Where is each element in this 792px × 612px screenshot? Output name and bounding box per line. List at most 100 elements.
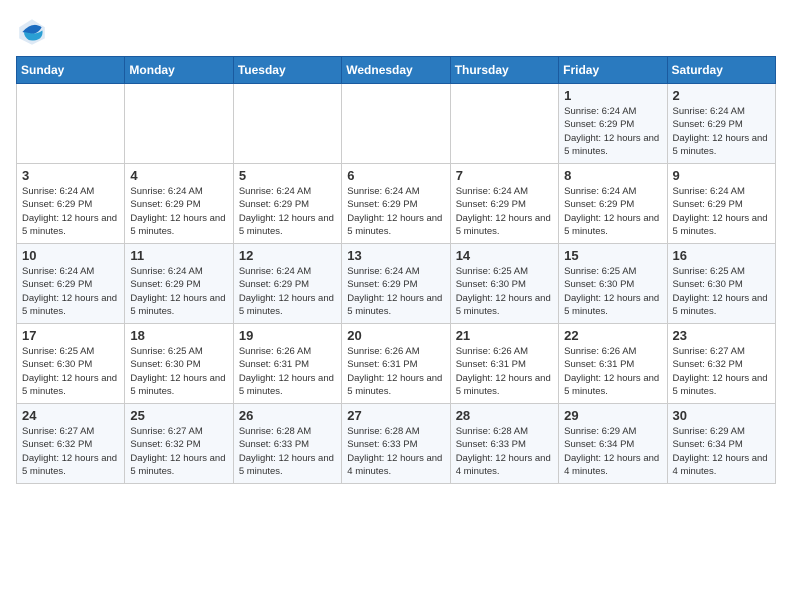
day-info: Sunrise: 6:24 AM Sunset: 6:29 PM Dayligh… [347,185,444,238]
calendar-cell: 11 Sunrise: 6:24 AM Sunset: 6:29 PM Dayli… [125,244,233,324]
day-info: Sunrise: 6:28 AM Sunset: 6:33 PM Dayligh… [239,425,336,478]
calendar-cell: 23 Sunrise: 6:27 AM Sunset: 6:32 PM Dayli… [667,324,775,404]
calendar-cell [125,84,233,164]
calendar-weekday-friday: Friday [559,57,667,84]
day-info: Sunrise: 6:28 AM Sunset: 6:33 PM Dayligh… [456,425,553,478]
day-info: Sunrise: 6:25 AM Sunset: 6:30 PM Dayligh… [564,265,661,318]
calendar-week-row: 1 Sunrise: 6:24 AM Sunset: 6:29 PM Daylig… [17,84,776,164]
day-number: 6 [347,168,444,183]
calendar-cell: 8 Sunrise: 6:24 AM Sunset: 6:29 PM Daylig… [559,164,667,244]
day-info: Sunrise: 6:27 AM Sunset: 6:32 PM Dayligh… [22,425,119,478]
calendar-cell: 1Sunrise: 6:24 AM Sunset: 6:29 PM Daylig… [559,84,667,164]
calendar-weekday-sunday: Sunday [17,57,125,84]
day-number: 8 [564,168,661,183]
day-info: Sunrise: 6:24 AM Sunset: 6:29 PM Dayligh… [130,185,227,238]
day-info: Sunrise: 6:26 AM Sunset: 6:31 PM Dayligh… [239,345,336,398]
day-info: Sunrise: 6:24 AM Sunset: 6:29 PM Dayligh… [22,185,119,238]
day-info: Sunrise: 6:24 AM Sunset: 6:29 PM Dayligh… [347,265,444,318]
calendar-cell [17,84,125,164]
calendar-cell: 28 Sunrise: 6:28 AM Sunset: 6:33 PM Dayli… [450,404,558,484]
day-number: 11 [130,248,227,263]
day-number: 13 [347,248,444,263]
day-number: 20 [347,328,444,343]
calendar-weekday-monday: Monday [125,57,233,84]
day-number: 21 [456,328,553,343]
day-number: 10 [22,248,119,263]
calendar-cell: 4 Sunrise: 6:24 AM Sunset: 6:29 PM Daylig… [125,164,233,244]
day-info: Sunrise: 6:29 AM Sunset: 6:34 PM Dayligh… [673,425,770,478]
calendar-cell: 10 Sunrise: 6:24 AM Sunset: 6:29 PM Dayli… [17,244,125,324]
day-number: 26 [239,408,336,423]
day-info: Sunrise: 6:24 AM Sunset: 6:29 PM Dayligh… [673,105,770,158]
day-number: 9 [673,168,770,183]
calendar-cell: 3 Sunrise: 6:24 AM Sunset: 6:29 PM Daylig… [17,164,125,244]
day-number: 12 [239,248,336,263]
calendar-cell [233,84,341,164]
day-info: Sunrise: 6:26 AM Sunset: 6:31 PM Dayligh… [347,345,444,398]
calendar-cell: 27 Sunrise: 6:28 AM Sunset: 6:33 PM Dayli… [342,404,450,484]
calendar-week-row: 17 Sunrise: 6:25 AM Sunset: 6:30 PM Dayli… [17,324,776,404]
day-info: Sunrise: 6:26 AM Sunset: 6:31 PM Dayligh… [564,345,661,398]
day-number: 5 [239,168,336,183]
day-number: 23 [673,328,770,343]
calendar-cell [450,84,558,164]
day-info: Sunrise: 6:29 AM Sunset: 6:34 PM Dayligh… [564,425,661,478]
calendar-header-row: SundayMondayTuesdayWednesdayThursdayFrid… [17,57,776,84]
day-number: 4 [130,168,227,183]
calendar-cell: 25Sunrise: 6:27 AM Sunset: 6:32 PM Dayli… [125,404,233,484]
day-number: 29 [564,408,661,423]
page-header [16,16,776,48]
calendar-cell: 22 Sunrise: 6:26 AM Sunset: 6:31 PM Dayli… [559,324,667,404]
calendar-cell: 26 Sunrise: 6:28 AM Sunset: 6:33 PM Dayli… [233,404,341,484]
day-number: 19 [239,328,336,343]
calendar-cell: 18 Sunrise: 6:25 AM Sunset: 6:30 PM Dayli… [125,324,233,404]
calendar-cell: 9Sunrise: 6:24 AM Sunset: 6:29 PM Daylig… [667,164,775,244]
day-number: 18 [130,328,227,343]
calendar-cell: 17 Sunrise: 6:25 AM Sunset: 6:30 PM Dayli… [17,324,125,404]
calendar-cell: 2 Sunrise: 6:24 AM Sunset: 6:29 PM Daylig… [667,84,775,164]
calendar-cell: 19 Sunrise: 6:26 AM Sunset: 6:31 PM Dayli… [233,324,341,404]
day-info: Sunrise: 6:24 AM Sunset: 6:29 PM Dayligh… [239,265,336,318]
day-number: 3 [22,168,119,183]
calendar-week-row: 24 Sunrise: 6:27 AM Sunset: 6:32 PM Dayli… [17,404,776,484]
logo-icon [16,16,48,48]
day-number: 14 [456,248,553,263]
calendar-table: SundayMondayTuesdayWednesdayThursdayFrid… [16,56,776,484]
calendar-week-row: 3 Sunrise: 6:24 AM Sunset: 6:29 PM Daylig… [17,164,776,244]
calendar-cell [342,84,450,164]
calendar-cell: 5 Sunrise: 6:24 AM Sunset: 6:29 PM Daylig… [233,164,341,244]
day-number: 22 [564,328,661,343]
day-info: Sunrise: 6:25 AM Sunset: 6:30 PM Dayligh… [130,345,227,398]
day-info: Sunrise: 6:24 AM Sunset: 6:29 PM Dayligh… [130,265,227,318]
day-number: 1 [564,88,661,103]
day-number: 17 [22,328,119,343]
day-info: Sunrise: 6:28 AM Sunset: 6:33 PM Dayligh… [347,425,444,478]
day-number: 24 [22,408,119,423]
logo [16,16,52,48]
calendar-cell: 29 Sunrise: 6:29 AM Sunset: 6:34 PM Dayli… [559,404,667,484]
day-info: Sunrise: 6:25 AM Sunset: 6:30 PM Dayligh… [673,265,770,318]
day-number: 28 [456,408,553,423]
day-number: 16 [673,248,770,263]
day-info: Sunrise: 6:25 AM Sunset: 6:30 PM Dayligh… [22,345,119,398]
day-info: Sunrise: 6:24 AM Sunset: 6:29 PM Dayligh… [239,185,336,238]
day-number: 2 [673,88,770,103]
calendar-cell: 15 Sunrise: 6:25 AM Sunset: 6:30 PM Dayli… [559,244,667,324]
calendar-cell: 12 Sunrise: 6:24 AM Sunset: 6:29 PM Dayli… [233,244,341,324]
calendar-cell: 6 Sunrise: 6:24 AM Sunset: 6:29 PM Daylig… [342,164,450,244]
calendar-week-row: 10 Sunrise: 6:24 AM Sunset: 6:29 PM Dayli… [17,244,776,324]
day-info: Sunrise: 6:24 AM Sunset: 6:29 PM Dayligh… [564,185,661,238]
day-info: Sunrise: 6:26 AM Sunset: 6:31 PM Dayligh… [456,345,553,398]
day-info: Sunrise: 6:24 AM Sunset: 6:29 PM Dayligh… [22,265,119,318]
calendar-cell: 21 Sunrise: 6:26 AM Sunset: 6:31 PM Dayli… [450,324,558,404]
day-info: Sunrise: 6:27 AM Sunset: 6:32 PM Dayligh… [673,345,770,398]
calendar-cell: 14Sunrise: 6:25 AM Sunset: 6:30 PM Dayli… [450,244,558,324]
calendar-cell: 16 Sunrise: 6:25 AM Sunset: 6:30 PM Dayli… [667,244,775,324]
day-number: 15 [564,248,661,263]
day-number: 30 [673,408,770,423]
day-number: 7 [456,168,553,183]
day-number: 25 [130,408,227,423]
day-number: 27 [347,408,444,423]
calendar-weekday-thursday: Thursday [450,57,558,84]
calendar-cell: 7Sunrise: 6:24 AM Sunset: 6:29 PM Daylig… [450,164,558,244]
